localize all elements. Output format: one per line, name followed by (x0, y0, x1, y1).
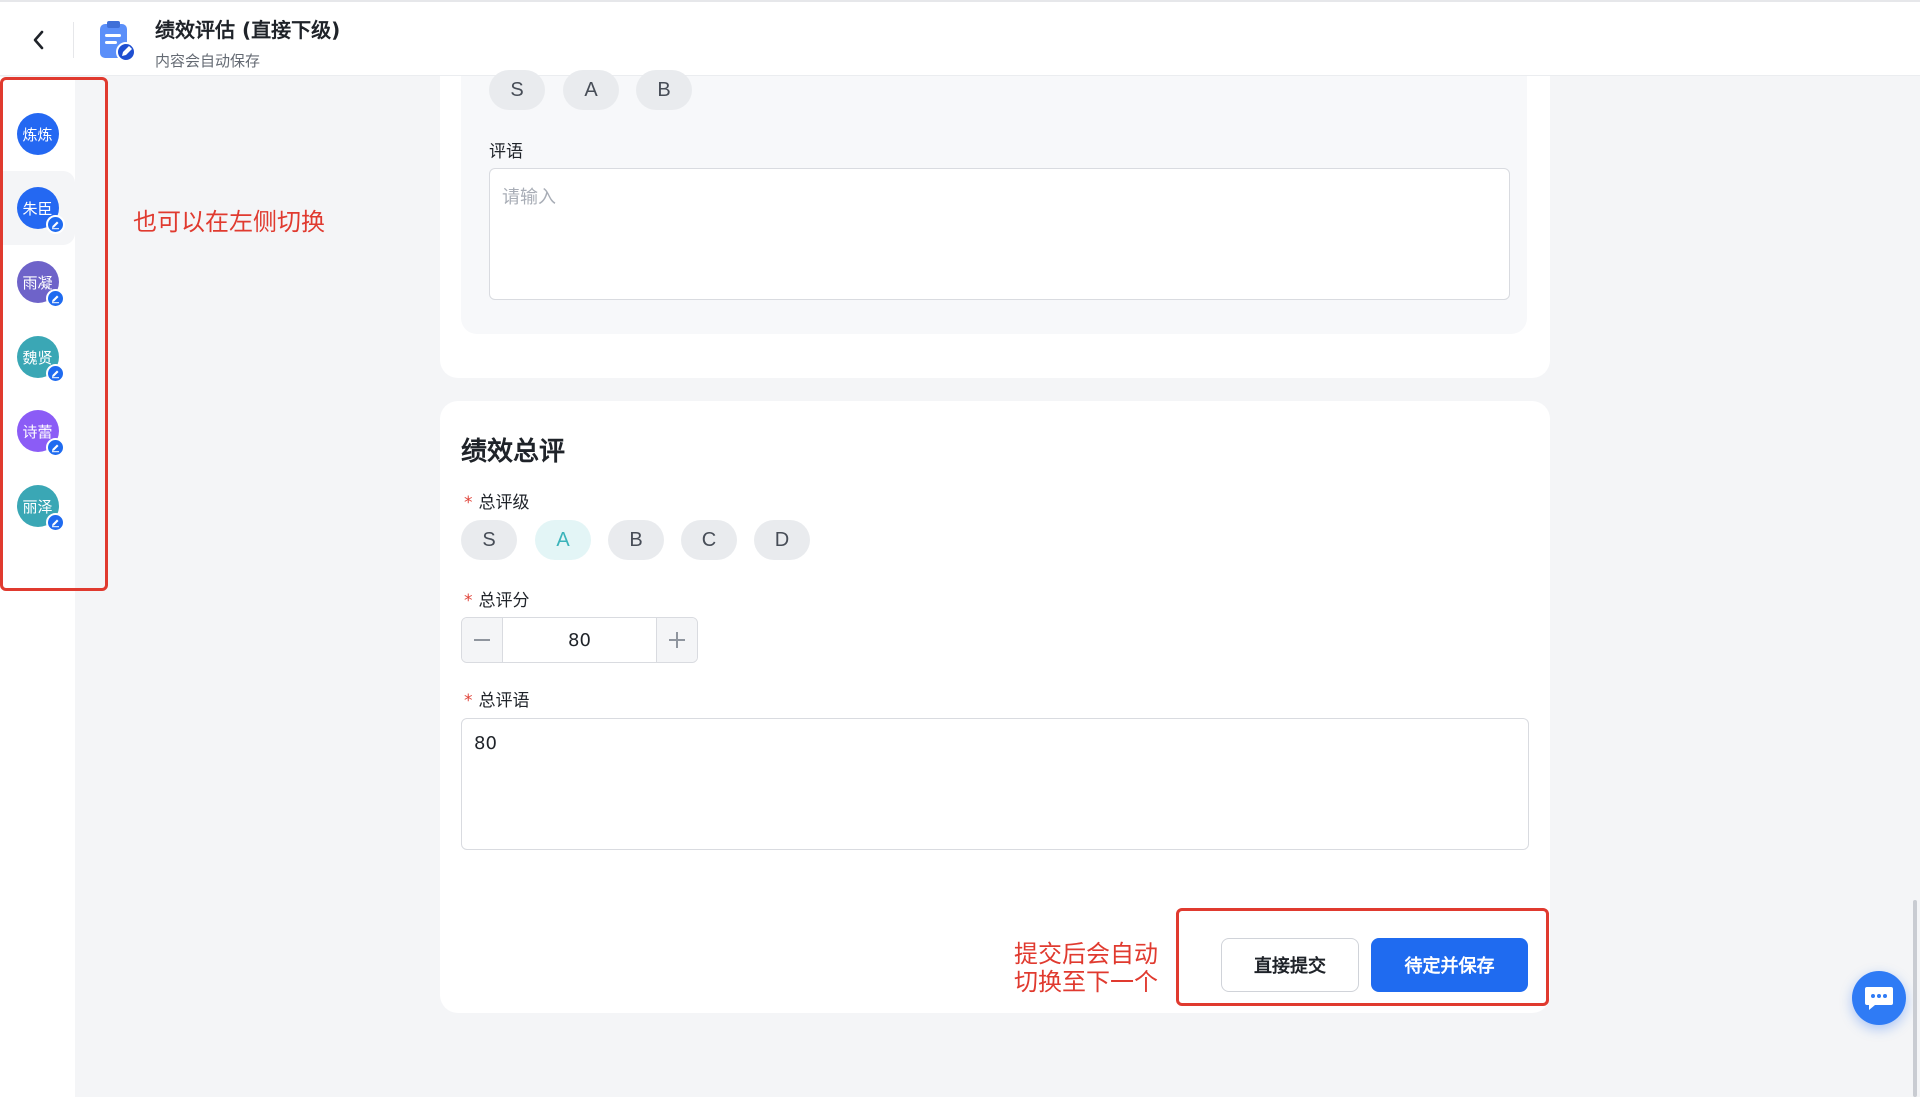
summary-card: 绩效总评 * 总评级 S A B C D * 总评分 80 * 总评语 80 (440, 401, 1550, 1013)
grade-option-s[interactable]: S (461, 520, 517, 560)
prev-grade-b[interactable]: B (636, 70, 692, 110)
sidebar-employee-2[interactable]: 雨凝 (0, 245, 75, 319)
chat-bubble-icon (1865, 987, 1893, 1010)
sidebar-employee-5[interactable]: 丽泽 (0, 469, 75, 543)
submit-annotation-line1: 提交后会自动 (1014, 940, 1158, 968)
overall-grade-label: * 总评级 (464, 488, 530, 513)
overall-comment-label-text: 总评语 (478, 691, 530, 711)
avatar-label: 雨凝 (22, 273, 53, 292)
edit-badge-icon (45, 289, 65, 308)
avatar: 炼炼 (16, 113, 59, 155)
avatar: 魏贤 (16, 336, 65, 383)
comment-label: 评语 (489, 142, 523, 162)
avatar: 朱臣 (16, 187, 65, 234)
avatar-label: 朱臣 (22, 199, 53, 218)
required-mark: * (464, 591, 473, 611)
avatar-label: 丽泽 (22, 497, 53, 516)
edit-badge-icon (45, 438, 65, 457)
prev-grade-a[interactable]: A (563, 70, 619, 110)
avatar-label: 炼炼 (22, 125, 53, 144)
overall-comment-textarea[interactable]: 80 (461, 718, 1529, 850)
avatar-label: 魏贤 (22, 348, 53, 367)
sidebar-employee-0[interactable]: 炼炼 (0, 97, 75, 171)
increment-button[interactable] (656, 618, 697, 662)
back-button[interactable] (24, 26, 52, 54)
grade-option-d[interactable]: D (754, 520, 810, 560)
previous-section-card: S A B 评语 请输入 (440, 70, 1550, 378)
comment-textarea[interactable]: 请输入 (489, 168, 1510, 300)
minus-icon (474, 639, 490, 641)
submit-annotation: 提交后会自动 切换至下一个 (1014, 940, 1158, 996)
document-edit-icon (98, 20, 136, 62)
overall-grade-label-text: 总评级 (478, 493, 530, 513)
comment-placeholder: 请输入 (502, 187, 556, 208)
edit-badge-icon (45, 215, 65, 234)
employee-sidebar: 炼炼 朱臣 雨凝 魏贤 诗蕾 丽泽 (0, 77, 75, 1097)
avatar-label: 诗蕾 (22, 422, 53, 441)
chevron-left-icon (33, 30, 44, 50)
overall-score-label: * 总评分 (464, 586, 530, 611)
avatar: 雨凝 (16, 261, 65, 308)
overall-comment-value: 80 (474, 733, 497, 754)
scrollbar[interactable] (1913, 900, 1917, 1097)
save-pending-button[interactable]: 待定并保存 (1371, 938, 1528, 992)
header-divider (73, 22, 74, 58)
sidebar-employee-3[interactable]: 魏贤 (0, 320, 75, 394)
score-input[interactable]: 80 (503, 618, 656, 662)
decrement-button[interactable] (462, 618, 503, 662)
avatar: 诗蕾 (16, 410, 65, 457)
grade-option-c[interactable]: C (681, 520, 737, 560)
sidebar-employee-1[interactable]: 朱臣 (0, 171, 75, 245)
overall-comment-label: * 总评语 (464, 686, 530, 711)
grade-option-b[interactable]: B (608, 520, 664, 560)
required-mark: * (464, 493, 473, 513)
edit-badge-icon (45, 364, 65, 383)
summary-title: 绩效总评 (461, 437, 566, 467)
submit-button[interactable]: 直接提交 (1221, 938, 1359, 992)
avatar: 丽泽 (16, 485, 65, 532)
score-stepper: 80 (461, 617, 698, 663)
submit-annotation-line2: 切换至下一个 (1014, 968, 1158, 996)
prev-grade-s[interactable]: S (489, 70, 545, 110)
edit-badge-icon (45, 513, 65, 532)
sidebar-employee-4[interactable]: 诗蕾 (0, 394, 75, 468)
autosave-hint: 内容会自动保存 (155, 52, 261, 70)
plus-icon (669, 632, 685, 648)
chat-button[interactable] (1852, 971, 1906, 1025)
previous-section-panel: S A B 评语 请输入 (461, 70, 1527, 334)
overall-score-label-text: 总评分 (478, 591, 530, 611)
page-title: 绩效评估 (直接下级) (155, 18, 341, 42)
required-mark: * (464, 691, 473, 711)
grade-option-a[interactable]: A (535, 520, 591, 560)
sidebar-annotation: 也可以在左侧切换 (133, 208, 325, 236)
top-bar: 绩效评估 (直接下级) 内容会自动保存 (0, 0, 1920, 76)
